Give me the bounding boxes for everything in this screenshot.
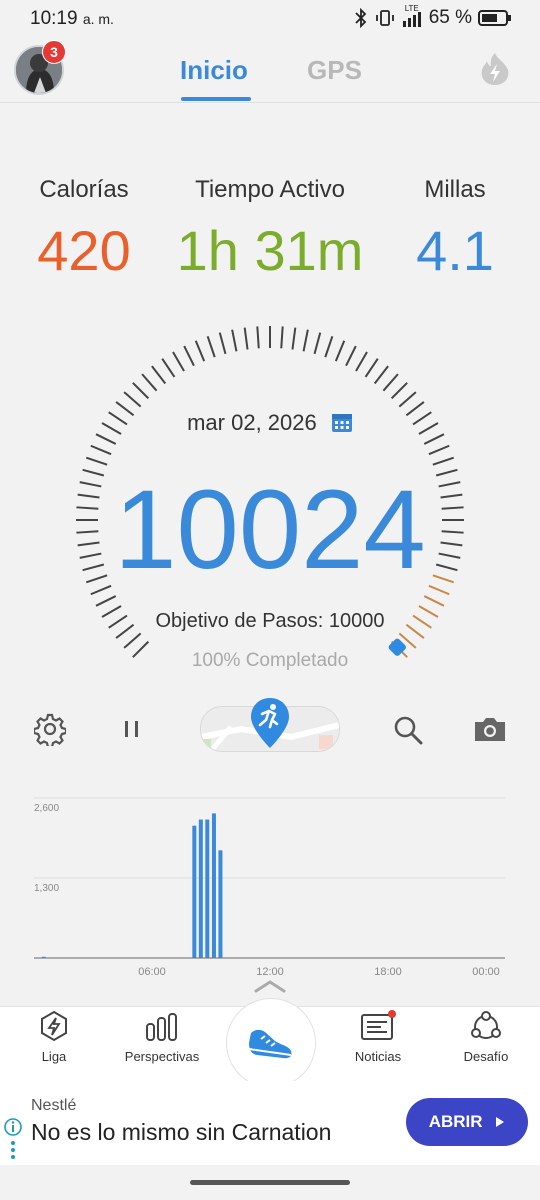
xtick-0600: 06:00 <box>138 966 166 978</box>
gauge-tick <box>141 373 158 392</box>
gauge-tick <box>183 345 195 367</box>
nav-noticias-label: Noticias <box>354 1049 402 1064</box>
gauge-tick <box>194 340 206 362</box>
gauge-tick <box>123 391 142 408</box>
stat-tiempo-value: 1h 31m <box>176 219 364 282</box>
stat-calorias-value: 420 <box>37 219 131 282</box>
runner-pin-icon <box>251 698 289 748</box>
xtick-0000: 00:00 <box>472 966 500 978</box>
gauge-tick <box>345 345 357 367</box>
active-tab-indicator <box>181 97 251 101</box>
gauge-tick <box>231 329 238 352</box>
gauge-tick <box>390 382 408 400</box>
calendar-icon[interactable] <box>331 411 353 433</box>
status-time: 10:19 a. m. <box>30 8 114 29</box>
gauge-tick <box>172 351 185 372</box>
gauge-tick <box>280 326 284 349</box>
gauge-tick <box>334 340 346 362</box>
home-indicator[interactable] <box>190 1180 350 1185</box>
gauge-tick <box>243 327 249 350</box>
gauge-tick <box>206 335 216 358</box>
stat-millas-label: Millas <box>424 176 486 203</box>
news-icon <box>361 1010 396 1040</box>
hourly-steps-chart: 2,600 1,300 06:00 12:00 18:00 00:00 <box>34 797 505 978</box>
nav-liga[interactable]: Liga <box>4 1010 104 1064</box>
chart-bar <box>211 813 216 958</box>
nav-noticias[interactable]: Noticias <box>328 1010 428 1064</box>
gauge-tick <box>324 335 334 358</box>
gauge-tick <box>123 632 142 649</box>
steps-home-button[interactable] <box>226 998 316 1088</box>
gauge-tick <box>161 358 176 378</box>
ytick-top: 2,600 <box>34 803 59 814</box>
date-label: mar 02, 2026 <box>187 410 317 435</box>
vibrate-icon <box>375 10 394 26</box>
tab-gps[interactable]: GPS <box>307 55 362 86</box>
gauge-tick <box>428 444 450 456</box>
ad-brand: Nestlé <box>31 1097 77 1114</box>
gauge-tick <box>313 332 322 355</box>
notification-badge: 3 <box>42 40 66 64</box>
stat-millas-value: 4.1 <box>416 219 494 282</box>
gauge-tick <box>355 351 368 372</box>
battery-icon <box>478 10 511 26</box>
gauge-tick <box>291 327 297 350</box>
gauge-tick <box>85 456 108 466</box>
ad-info-icon[interactable] <box>3 1117 23 1165</box>
xtick-1200: 12:00 <box>256 966 284 978</box>
header-divider <box>0 102 540 103</box>
chart-bar <box>198 819 203 958</box>
stat-tiempo-label: Tiempo Activo <box>195 176 345 203</box>
play-arrow-icon <box>496 1117 505 1127</box>
gauge-tick <box>373 365 389 385</box>
gauge-tick <box>151 365 167 385</box>
flame-icon[interactable] <box>479 52 511 86</box>
chart-bar <box>192 825 197 958</box>
gauge-tick <box>95 595 117 607</box>
gauge-tick <box>382 373 399 392</box>
chart-bar <box>218 850 223 958</box>
step-count: 10024 <box>114 467 426 592</box>
nav-desafio[interactable]: Desafío <box>436 1010 536 1064</box>
ad-open-label: ABRIR <box>428 1112 483 1131</box>
search-icon[interactable] <box>392 712 424 746</box>
nav-perspectivas-label: Perspectivas <box>124 1049 200 1064</box>
status-bar: 10:19 a. m. LTE 65 % <box>0 0 540 38</box>
chart-bar <box>205 819 210 958</box>
gauge-tick <box>423 595 445 607</box>
gauge-tick <box>364 358 379 378</box>
tab-inicio[interactable]: Inicio <box>180 55 248 86</box>
shoe-icon <box>248 1029 292 1059</box>
status-icons: LTE 65 % <box>353 4 512 29</box>
ytick-mid: 1,300 <box>34 883 59 894</box>
gauge-tick <box>132 382 150 400</box>
ad-headline: No es lo mismo sin Carnation <box>31 1119 332 1145</box>
nav-desafio-label: Desafío <box>463 1049 509 1064</box>
gauge-tick <box>218 332 227 355</box>
gauge-tick <box>398 391 417 408</box>
gauge-tick <box>90 444 112 456</box>
ad-open-button[interactable]: ABRIR <box>406 1098 528 1146</box>
date-row[interactable]: mar 02, 2026 <box>0 410 540 436</box>
settings-gear-icon[interactable] <box>34 712 66 746</box>
bars-icon <box>146 1013 177 1041</box>
chevron-up-icon[interactable] <box>253 978 287 994</box>
completion-percent: 100% Completado <box>191 650 349 671</box>
gauge-tick <box>256 326 260 349</box>
nav-perspectivas[interactable]: Perspectivas <box>112 1010 212 1064</box>
signal-icon: LTE <box>401 4 423 28</box>
chart-bar <box>41 956 46 959</box>
pause-icon[interactable] <box>120 712 144 746</box>
xtick-1800: 18:00 <box>374 966 402 978</box>
camera-icon[interactable] <box>472 712 508 746</box>
network-icon <box>471 1011 501 1039</box>
nav-liga-label: Liga <box>41 1049 67 1064</box>
step-goal: Objetivo de Pasos: 10000 <box>155 610 385 632</box>
bluetooth-icon <box>355 8 366 28</box>
battery-percent: 65 % <box>428 7 472 28</box>
stat-calorias-label: Calorías <box>39 176 129 203</box>
gauge-tick <box>432 456 455 466</box>
gauge-tick <box>302 329 309 352</box>
lightning-icon <box>41 1010 67 1042</box>
